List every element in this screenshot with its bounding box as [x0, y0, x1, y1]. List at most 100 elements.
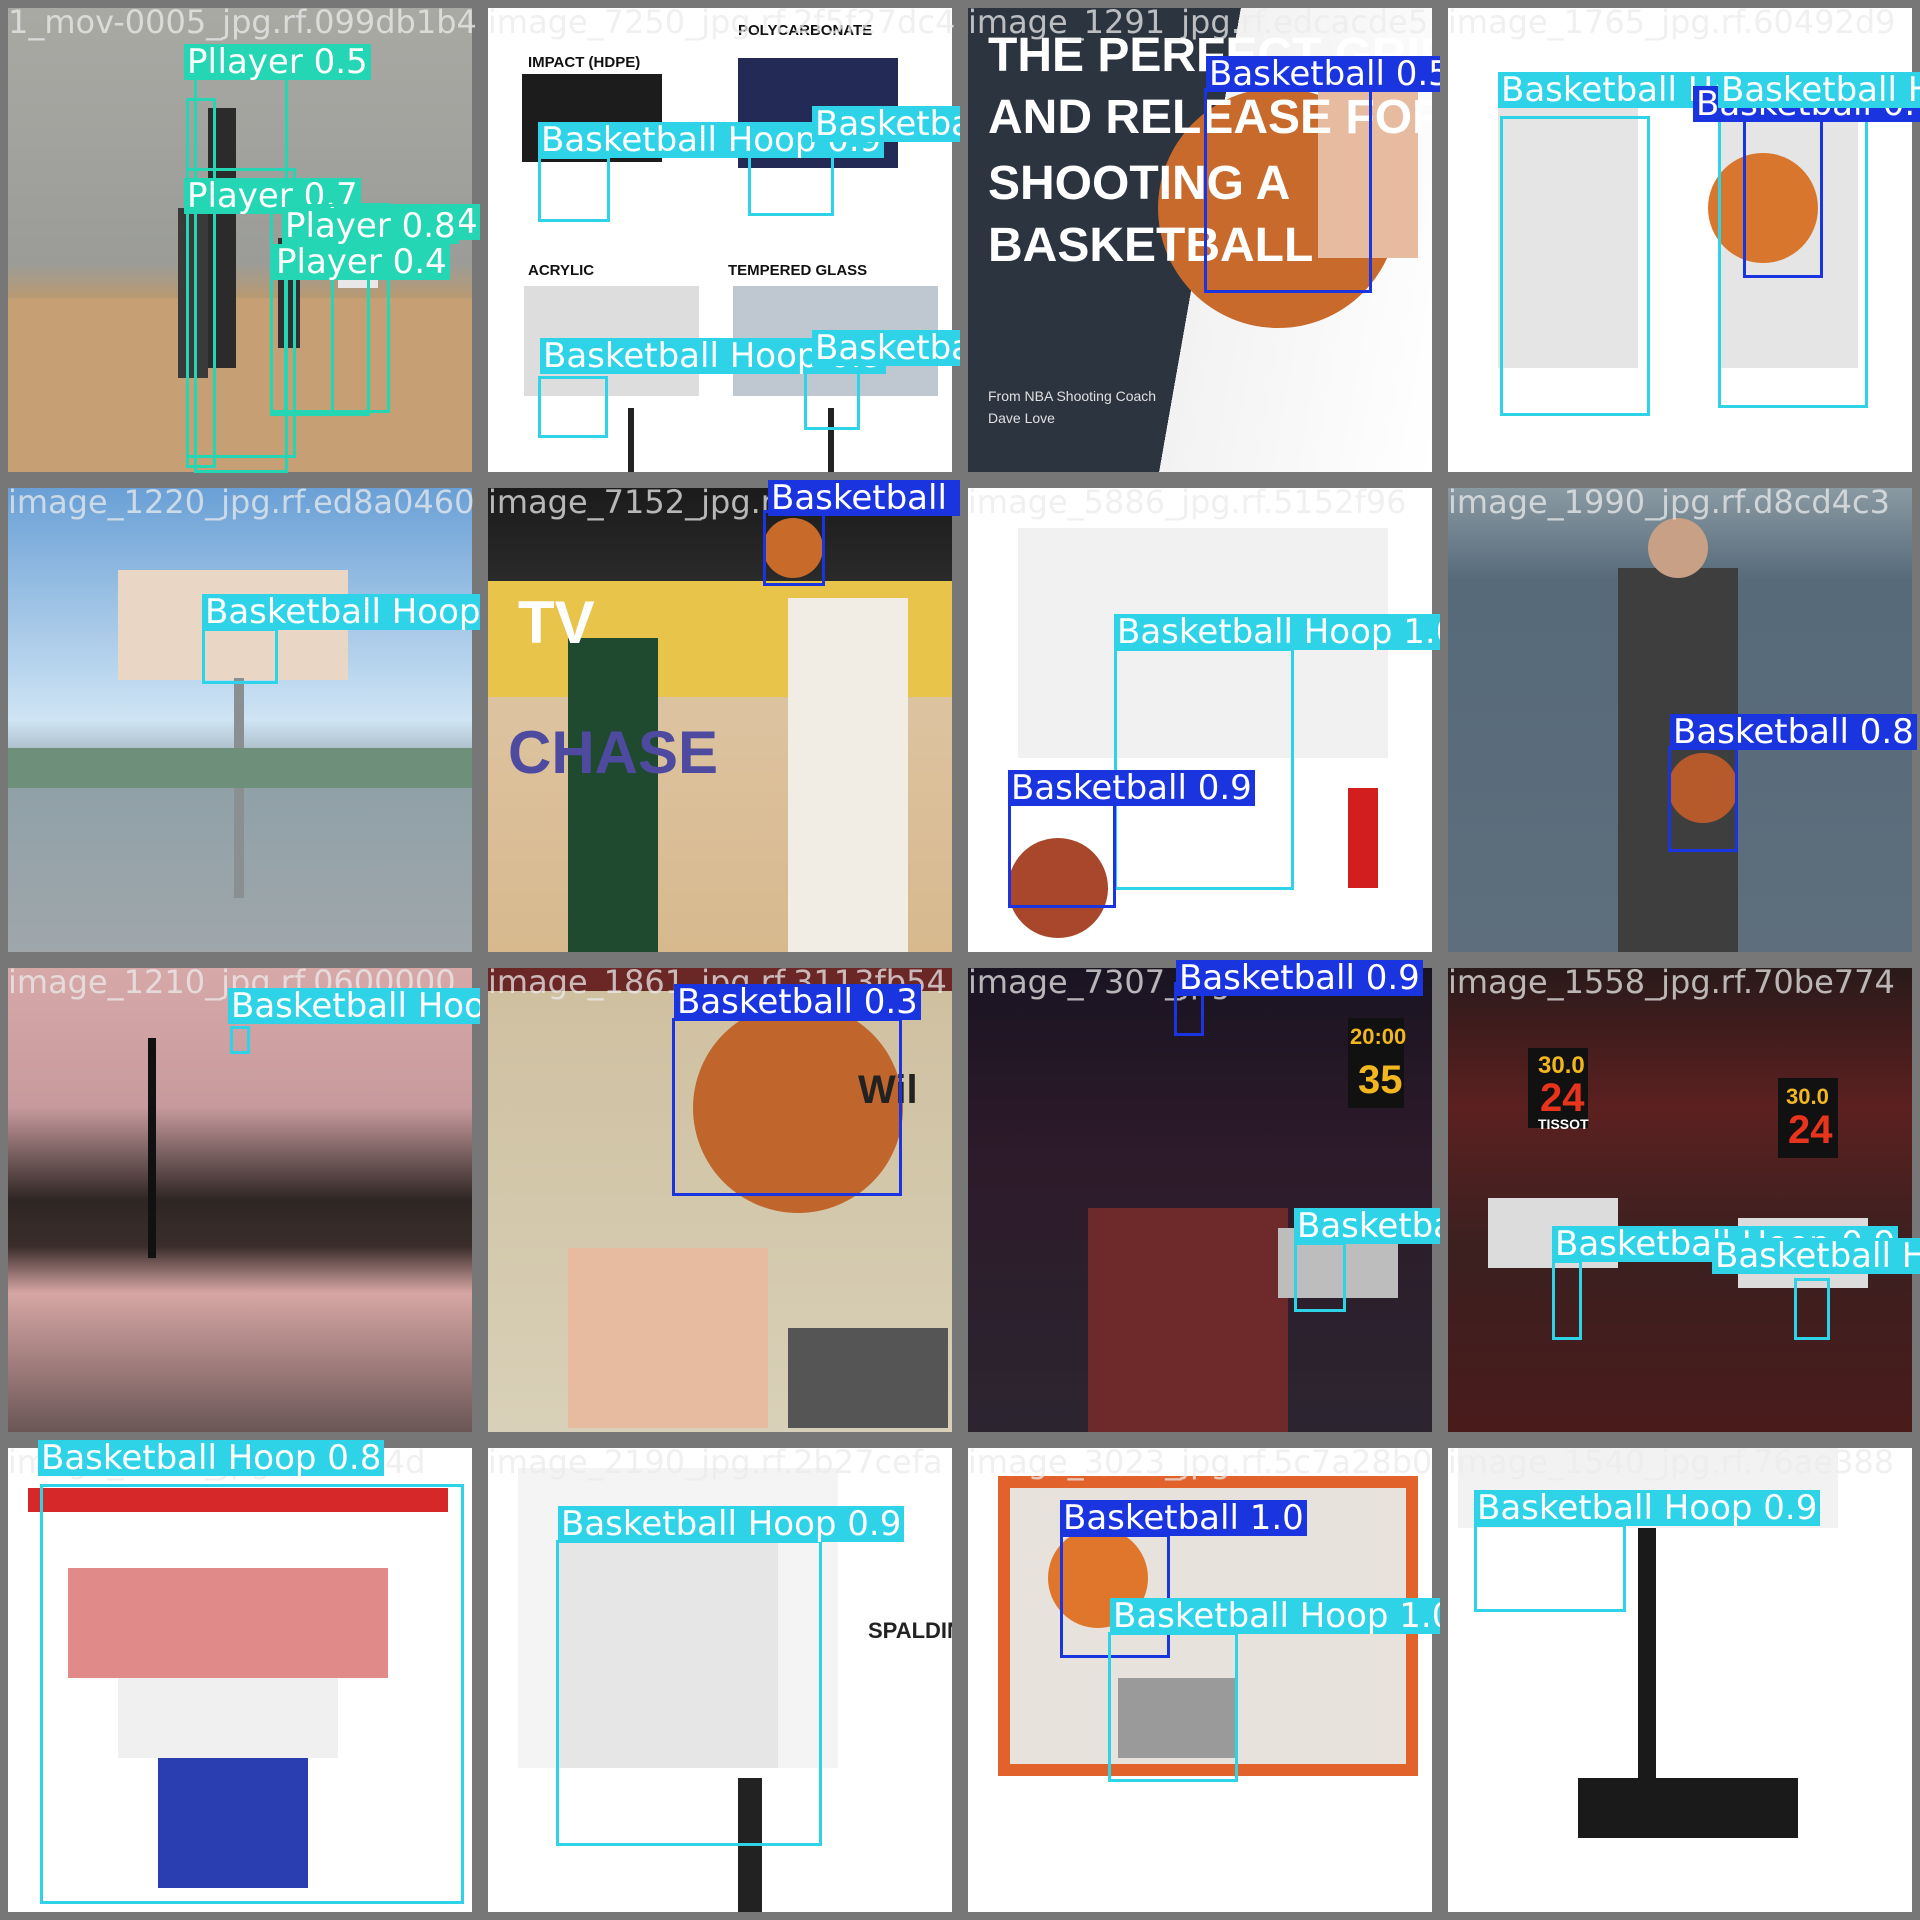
scene-art	[8, 488, 472, 952]
basketball-hoop-label: Basketball Hoop 0.5	[228, 988, 480, 1024]
scene-shape	[148, 1038, 156, 1258]
basketball-hoop-label: Basketball Hoop 1.0	[1110, 1598, 1440, 1634]
basketball-bbox	[763, 510, 825, 586]
tile-photo: 30.0 24 TISSOT 30.0 24	[1448, 968, 1912, 1432]
scene-shape	[788, 598, 908, 952]
image-filename: image_1990_jpg.rf.d8cd4c3	[1448, 483, 1890, 521]
scene-shape	[234, 678, 244, 898]
image-filename: image_5886_jpg.rf.5152f96	[968, 483, 1407, 521]
image-tile: IMPACT (HDPE) POLYCARBONATE ACRYLIC TEMPERE…	[480, 0, 960, 480]
basketball-hoop-bbox	[1294, 1242, 1346, 1312]
scene-text: TV	[518, 589, 595, 656]
basketball-bbox	[672, 1018, 902, 1196]
basketball-label: Basketball 0.8	[1670, 714, 1917, 750]
scene-text: Dave Love	[988, 410, 1055, 426]
scene-text: TEMPERED GLASS	[728, 262, 868, 279]
tile-photo: TV CHASE	[488, 488, 952, 952]
basketball-hoop-label: Basketball Hoop 0.8	[38, 1440, 385, 1476]
image-tile: 30.0 24 TISSOT 30.0 24 image_1558_jpg.rf.70be…	[1440, 960, 1920, 1440]
basketball-label: Basketball 0.8	[768, 480, 960, 516]
player-label: Player 0.5	[194, 44, 371, 80]
basketball-hoop-label: Basketball Hoop 0.9	[1474, 1490, 1821, 1526]
scene-shape	[1648, 518, 1708, 578]
basketball-hoop-label: Basketball Hoop 0.9	[558, 1506, 905, 1542]
basketball-bbox	[1668, 746, 1738, 852]
basketball-label: Basketball 0.5	[1206, 56, 1440, 92]
image-tile: 20:0035image_7307_jpg.rf.091e07Basketbal…	[960, 960, 1440, 1440]
basketball-hoop-label: Basketball Hoop 0.9	[812, 330, 960, 366]
basketball-label: Basketball 0.9	[1176, 960, 1423, 996]
basketball-hoop-bbox	[230, 1026, 250, 1054]
tile-photo	[8, 488, 472, 952]
image-filename: image_1291_jpg.rf.edcacde5	[968, 3, 1429, 41]
image-filename: 1_mov-0005_jpg.rf.099db1b4	[8, 3, 477, 41]
image-tile: image_1210_jpg.rf.0600000Basketball Hoop…	[0, 960, 480, 1440]
basketball-hoop-bbox	[556, 1540, 822, 1846]
image-tile: image_3023_jpg.rf.5c7a28b0 Basketball 1.0…	[960, 1440, 1440, 1920]
image-tile: TV CHASE image_7152_jpg.rf.56e5d3 Basketbal…	[480, 480, 960, 960]
basketball-hoop-bbox	[1794, 1278, 1830, 1340]
image-tile: image_1540_jpg.rf.76ae388 Basketball Hoop…	[1440, 1440, 1920, 1920]
basketball-hoop-bbox	[1474, 1524, 1626, 1612]
basketball-hoop-bbox	[538, 376, 608, 438]
scene-text: SPALDING	[868, 1618, 952, 1643]
image-tile: image_1765_jpg.rf.60492d9 Basketball Hoop…	[1440, 0, 1920, 480]
image-tile: image_1220_jpg.rf.ed8a0460 Basketball Hoo…	[0, 480, 480, 960]
scene-shape	[8, 748, 472, 788]
image-tile: Wil image_1861_jpg.rf.3113fb54 Basketball …	[480, 960, 960, 1440]
scene-shape	[1578, 1778, 1798, 1838]
image-tile: 1_mov-0005_jpg.rf.099db1b4 Player 0.5 Pl Pl…	[0, 0, 480, 480]
basketball-hoop-bbox	[1500, 116, 1650, 416]
scene-text: CHASE	[508, 719, 719, 786]
scene-shape	[568, 638, 658, 952]
scene-text: 24	[1540, 1076, 1585, 1120]
player-label: Player 0.4	[273, 244, 450, 280]
player-label: Player 0.8	[282, 208, 459, 244]
basketball-hoop-bbox	[1718, 118, 1868, 408]
basketball-hoop-label: Basketball Hoop 0.9	[812, 106, 960, 142]
image-filename: image_3023_jpg.rf.5c7a28b0	[968, 1443, 1433, 1481]
image-filename: image_2190_jpg.rf.2b27cefa	[488, 1443, 943, 1481]
tile-photo: 20:00 35	[968, 968, 1432, 1432]
basketball-hoop-label: Basketball Hoop 0.9	[1718, 72, 1920, 108]
image-filename: image_1540_jpg.rf.76ae388	[1448, 1443, 1895, 1481]
image-tile: image_5886_jpg.rf.5152f96 Basketball Hoop…	[960, 480, 1440, 960]
scene-art: TV CHASE	[488, 488, 952, 952]
basketball-hoop-label: Basketball Hoop 0.9	[1294, 1208, 1440, 1244]
scene-shape	[1638, 1528, 1656, 1788]
basketball-hoop-bbox	[202, 628, 278, 684]
scene-art: 30.0 24 TISSOT 30.0 24	[1448, 968, 1912, 1432]
player-label: Pl	[184, 44, 220, 80]
basketball-label: Basketball 1.0	[1060, 1500, 1307, 1536]
basketball-hoop-label: Basketball Hoop 0.9	[1712, 1238, 1920, 1274]
basketball-hoop-bbox	[40, 1484, 464, 1904]
basketball-hoop-bbox	[538, 156, 610, 222]
basketball-bbox	[1204, 88, 1372, 293]
basketball-label: Basketball 0.9	[1008, 770, 1255, 806]
image-tile: image_1208_jpg.rf.0f1e4dBasketball Hoop …	[0, 1440, 480, 1920]
basketball-label: Basketball 0.3	[674, 984, 921, 1020]
scene-text: ACRYLIC	[528, 262, 595, 279]
basketball-hoop-bbox	[1552, 1260, 1582, 1340]
image-filename: image_1558_jpg.rf.70be774	[1448, 963, 1895, 1001]
scene-text: 20:00	[1350, 1024, 1407, 1049]
scene-text: IMPACT (HDPE)	[528, 54, 641, 71]
scene-shape	[628, 408, 634, 472]
scene-text: 24	[1788, 1108, 1833, 1152]
scene-text: TISSOT	[1538, 1116, 1589, 1132]
image-tile: THE PERFECT GRIPAND RELEASE FORSHOOTING …	[960, 0, 1440, 480]
scene-shape	[788, 1328, 948, 1428]
scene-text: 30.0	[1786, 1084, 1829, 1109]
image-tile: image_1990_jpg.rf.d8cd4c3 Basketball 0.8	[1440, 480, 1920, 960]
image-tile: SPALDING image_2190_jpg.rf.2b27cefa Basket…	[480, 1440, 960, 1920]
image-filename: image_1765_jpg.rf.60492d9	[1448, 3, 1896, 41]
detection-mosaic: 1_mov-0005_jpg.rf.099db1b4 Player 0.5 Pl Pl…	[0, 0, 1920, 1920]
scene-shape	[1088, 1208, 1288, 1432]
basketball-hoop-label: Basketball Hoop 0.9	[202, 594, 480, 630]
scene-shape	[1348, 788, 1378, 888]
scene-shape	[568, 1248, 768, 1428]
image-filename: image_7250_jpg.rf.2f5f27dc4	[488, 3, 956, 41]
image-filename: image_1220_jpg.rf.ed8a0460	[8, 483, 475, 521]
basketball-bbox	[1008, 800, 1116, 908]
scene-text: 35	[1358, 1058, 1403, 1102]
